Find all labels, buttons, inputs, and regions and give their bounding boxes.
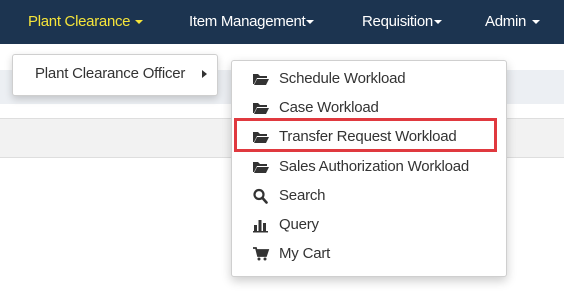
nav-plant-clearance-label: Plant Clearance [28,13,131,30]
nav-requisition[interactable]: Requisition [362,0,442,44]
chevron-down-icon [433,20,442,25]
cart-icon [253,247,270,261]
menu-item-label: Query [279,216,319,233]
menu-item-label: My Cart [279,245,331,262]
plant-clearance-officer-submenu: Schedule Workload Case Workload Transfer… [231,60,507,277]
nav-admin-label: Admin [485,13,527,30]
folder-open-icon [253,74,269,85]
menu-item-label: Search [279,187,326,204]
nav-item-management-label: Item Management [189,13,306,30]
nav-admin[interactable]: Admin [485,0,541,44]
caret-right-icon [202,70,207,78]
search-icon [253,188,268,204]
plant-clearance-menu: Plant Clearance Officer [12,54,218,96]
top-navbar: Plant Clearance Item Management Requisit… [0,0,564,44]
nav-plant-clearance[interactable]: Plant Clearance [28,0,144,44]
menu-item-plant-clearance-officer[interactable]: Plant Clearance Officer [35,65,185,82]
chevron-down-icon [532,20,541,25]
folder-open-icon [253,162,269,173]
menu-item-label: Sales Authorization Workload [279,158,470,175]
folder-open-icon [253,103,269,114]
menu-item-label: Case Workload [279,99,379,116]
nav-item-management[interactable]: Item Management [189,0,315,44]
menu-item-label: Schedule Workload [279,70,406,87]
highlight-box [234,118,497,152]
chevron-down-icon [135,20,144,25]
nav-requisition-label: Requisition [362,13,433,30]
bar-chart-icon [253,220,268,233]
chevron-down-icon [306,20,315,25]
